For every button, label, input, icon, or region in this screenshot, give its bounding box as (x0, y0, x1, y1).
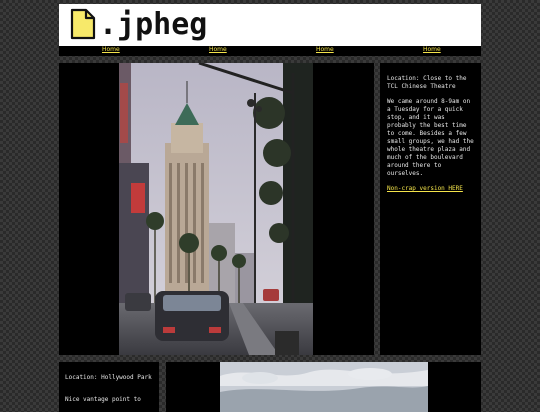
site-header: .jpheg (59, 4, 481, 46)
non-crap-version-link[interactable]: Non-crap version HERE (387, 185, 463, 192)
nav-home-link-1[interactable]: Home (102, 45, 120, 55)
nav-bar: Home Home Home Home (59, 46, 481, 56)
post-info-panel: Location: Close to the TCL Chinese Theat… (380, 63, 481, 355)
location-text: Location: Close to the TCL Chinese Theat… (387, 75, 467, 90)
location-text-2: Location: Hollywood Park (65, 374, 152, 381)
nav-home-link-2[interactable]: Home (209, 45, 227, 55)
site-logo-text[interactable]: .jpheg (99, 8, 207, 42)
nav-home-link-3[interactable]: Home (316, 45, 334, 55)
description-text-2: Nice vantage point to (65, 396, 141, 403)
description-text: We came around 8-9am on a Tuesday for a … (387, 98, 474, 177)
nav-home-link-4[interactable]: Home (423, 45, 441, 55)
photo-panel (59, 63, 374, 355)
hollywood-boulevard-photo[interactable] (119, 63, 313, 355)
document-icon[interactable] (70, 8, 96, 40)
